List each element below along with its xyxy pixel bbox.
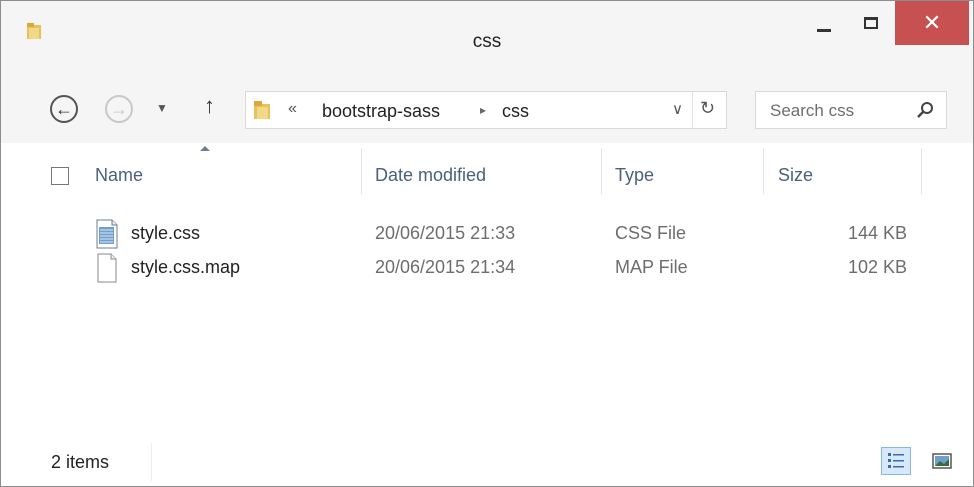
search-icon[interactable] <box>916 100 936 120</box>
column-separator[interactable] <box>921 148 922 194</box>
back-arrow-icon: ← <box>55 99 73 119</box>
column-separator[interactable] <box>361 148 362 194</box>
column-header-size[interactable]: Size <box>778 165 813 186</box>
generic-file-icon <box>97 253 117 283</box>
chevron-down-icon: ▼ <box>156 101 168 115</box>
file-type: MAP File <box>615 257 688 277</box>
file-date-modified: 20/06/2015 21:33 <box>375 223 516 243</box>
up-button[interactable]: ↑ <box>204 93 215 119</box>
forward-arrow-icon: → <box>110 99 128 119</box>
details-view-icon <box>888 453 904 468</box>
file-row[interactable]: style.css 20/06/2015 21:33 CSS File 144 … <box>1 217 973 251</box>
close-button[interactable]: ✕ <box>895 1 969 45</box>
file-row[interactable]: style.css.map 20/06/2015 21:34 MAP File … <box>1 251 973 285</box>
maximize-button[interactable] <box>848 1 894 45</box>
column-separator[interactable] <box>601 148 602 194</box>
large-icons-view-button[interactable] <box>927 447 957 475</box>
status-bar <box>1 441 973 486</box>
column-header-name[interactable]: Name <box>95 165 143 186</box>
up-arrow-icon: ↑ <box>204 93 215 118</box>
folder-icon <box>254 101 270 119</box>
search-input[interactable]: Search css <box>755 91 947 129</box>
status-separator <box>151 443 152 481</box>
breadcrumb-separator-icon[interactable]: ▸ <box>480 103 486 117</box>
file-name: style.css <box>131 223 201 243</box>
large-icons-view-icon <box>932 453 952 469</box>
search-placeholder: Search css <box>770 101 855 120</box>
back-button[interactable]: ← <box>50 95 78 123</box>
breadcrumb-bootstrap-sass[interactable]: bootstrap-sass <box>322 101 440 122</box>
breadcrumb-css[interactable]: css <box>502 101 529 122</box>
column-separator[interactable] <box>763 148 764 194</box>
minimize-button[interactable] <box>801 1 847 45</box>
item-count: 2 items <box>51 452 110 472</box>
address-divider <box>692 92 693 128</box>
refresh-icon[interactable]: ↻ <box>700 98 715 119</box>
sort-ascending-icon <box>200 146 210 151</box>
column-header-type[interactable]: Type <box>615 165 654 186</box>
file-type: CSS File <box>615 223 687 243</box>
column-header-date-modified[interactable]: Date modified <box>375 165 486 186</box>
close-icon: ✕ <box>922 10 942 35</box>
file-date-modified: 20/06/2015 21:34 <box>375 257 516 277</box>
explorer-window: css ✕ ← → ▼ ↑ « bootstrap-sass ▸ css ∨ ↻… <box>0 0 974 487</box>
select-all-checkbox[interactable] <box>51 167 69 185</box>
details-view-button[interactable] <box>881 447 911 475</box>
file-size: 144 KB <box>847 223 907 243</box>
minimize-icon <box>817 28 831 32</box>
forward-button[interactable]: → <box>105 95 133 123</box>
maximize-icon <box>864 17 878 29</box>
address-dropdown-icon[interactable]: ∨ <box>672 100 683 118</box>
address-bar[interactable]: « bootstrap-sass ▸ css ∨ ↻ <box>245 91 727 129</box>
file-size: 102 KB <box>847 257 907 277</box>
file-name: style.css.map <box>131 257 241 277</box>
css-file-icon <box>96 219 118 249</box>
recent-locations-button[interactable]: ▼ <box>156 101 168 115</box>
column-header-row <box>1 143 973 205</box>
address-overflow-chevron[interactable]: « <box>288 100 297 118</box>
